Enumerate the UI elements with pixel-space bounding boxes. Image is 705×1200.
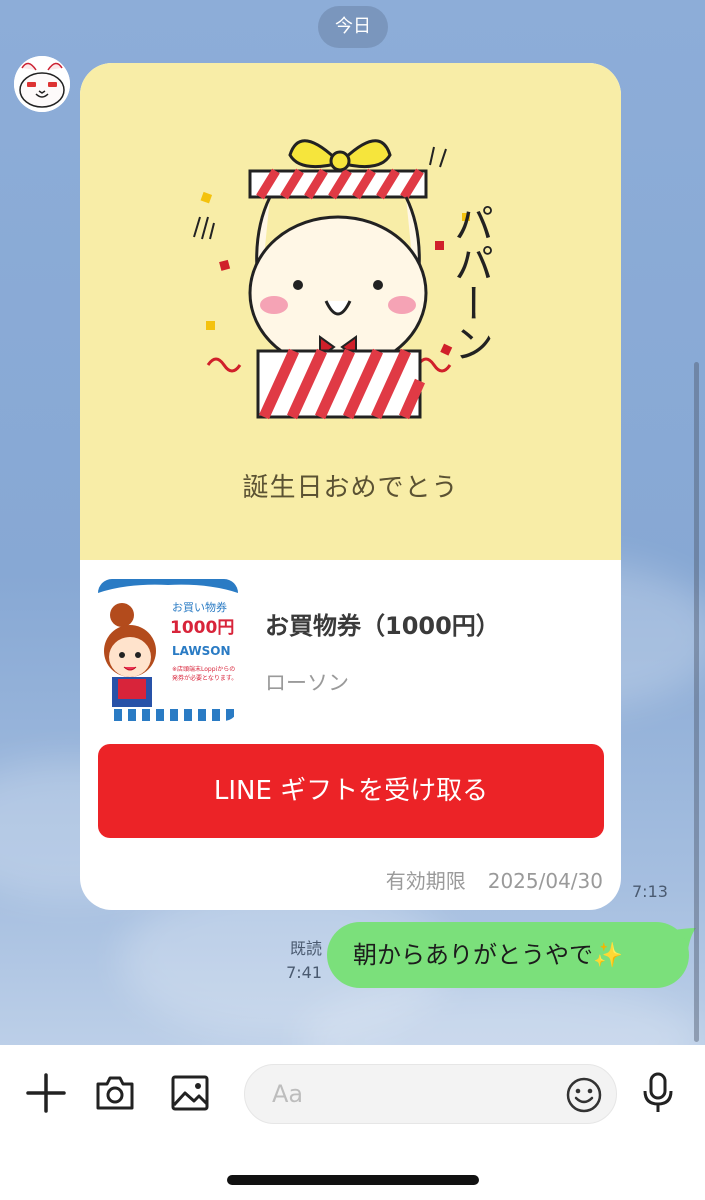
gift-message-text: 誕生日おめでとう bbox=[242, 473, 459, 503]
expiry-label: 有効期限 bbox=[385, 869, 466, 893]
rabbit-gift-box-sticker: パパーン bbox=[193, 139, 493, 420]
sender-avatar[interactable] bbox=[14, 56, 70, 112]
message-input[interactable]: Aa bbox=[244, 1064, 617, 1124]
image-icon[interactable] bbox=[168, 1071, 212, 1115]
voucher-image: お買い物券 1000円 LAWSON ※店頭端末Loppiからの 発券が必要とな… bbox=[98, 579, 238, 721]
svg-text:※店頭端末Loppiからの: ※店頭端末Loppiからの bbox=[172, 665, 235, 673]
svg-text:お買い物券: お買い物券 bbox=[172, 600, 227, 614]
scrollbar[interactable] bbox=[694, 362, 699, 1042]
camera-icon[interactable] bbox=[93, 1071, 137, 1115]
product-shop-name: ローソン bbox=[265, 671, 349, 695]
read-receipt: 既読 7:41 bbox=[276, 937, 322, 985]
chat-area: 今日 パパーン 誕生日おめでとう お買い物券 1000円 LAWSON ※店頭端… bbox=[0, 0, 705, 1045]
gift-card-header: パパーン 誕生日おめでとう bbox=[80, 63, 621, 560]
home-indicator[interactable] bbox=[227, 1175, 479, 1185]
message-input-placeholder: Aa bbox=[272, 1080, 304, 1108]
date-divider: 今日 bbox=[318, 6, 388, 48]
gift-message-card[interactable]: パパーン 誕生日おめでとう お買い物券 1000円 LAWSON ※店頭端末Lo… bbox=[80, 63, 621, 910]
expiry-info: 有効期限 2025/04/30 bbox=[386, 865, 603, 894]
svg-text:発券が必要となります。: 発券が必要となります。 bbox=[172, 674, 237, 682]
read-label: 既読 bbox=[289, 939, 322, 958]
product-title: お買物券（1000円） bbox=[265, 612, 500, 640]
expiry-date: 2025/04/30 bbox=[487, 869, 603, 893]
svg-text:1000円: 1000円 bbox=[170, 618, 234, 638]
received-timestamp: 7:13 bbox=[632, 882, 668, 901]
receive-gift-button[interactable]: LINE ギフトを受け取る bbox=[98, 744, 604, 838]
sent-timestamp: 7:41 bbox=[286, 963, 322, 982]
sent-message-bubble[interactable]: 朝からありがとうやで✨ bbox=[327, 922, 689, 988]
microphone-icon[interactable] bbox=[636, 1071, 680, 1115]
plus-icon[interactable] bbox=[24, 1071, 68, 1115]
rabbit-avatar-icon bbox=[14, 56, 70, 112]
sticker-text: パパーン bbox=[447, 203, 493, 363]
emoji-icon[interactable] bbox=[565, 1076, 603, 1114]
svg-text:LAWSON: LAWSON bbox=[172, 644, 231, 658]
composer-bar: Aa bbox=[0, 1045, 705, 1200]
